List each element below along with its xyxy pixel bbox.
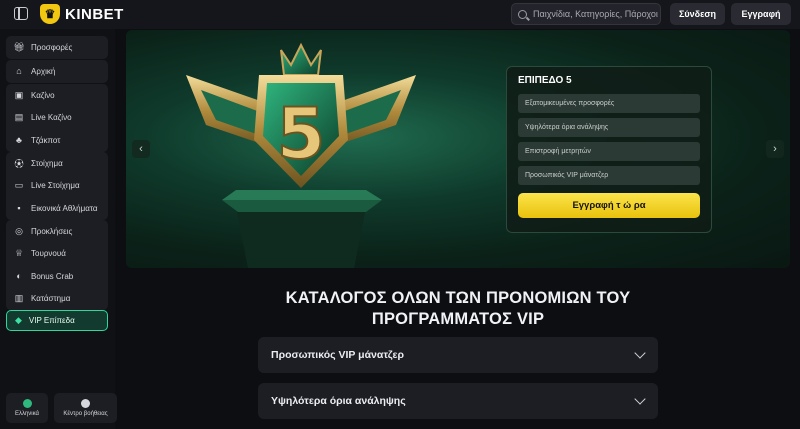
sidebar-item-label: Εικονικά Αθλήματα	[31, 203, 98, 213]
register-now-button[interactable]: Εγγραφή τ ώ ρα	[518, 193, 700, 218]
sidebar-item-challenges[interactable]: ◎ Προκλήσεις	[6, 220, 108, 243]
slot-machine-icon: ▣	[14, 89, 24, 100]
sidebar-item-label: Live Στοίχημα	[31, 181, 80, 191]
banner-next-arrow-icon[interactable]: ›	[766, 140, 784, 158]
sidebar-item-sports[interactable]: ⚽︎ Στοίχημα	[6, 152, 108, 175]
sidebar: 🎁︎ Προσφορές ⌂ Αρχική ▣ Καζίνο ▤ Live Κα…	[0, 29, 117, 429]
chevron-down-icon	[634, 347, 646, 359]
language-button[interactable]: Ελληνικά	[6, 393, 48, 423]
globe-icon	[22, 399, 32, 408]
sidebar-item-label: Καζίνο	[31, 90, 55, 100]
trophy-icon: ♕	[14, 248, 24, 259]
cards-icon: ▤	[14, 112, 24, 123]
sidebar-item-virtual-sports[interactable]: ▪ Εικονικά Αθλήματα	[6, 197, 108, 220]
accordion-label: Υψηλότερα όρια ανάληψης	[271, 395, 406, 407]
sidebar-item-label: Τουρνουά	[31, 249, 66, 259]
banner-prev-arrow-icon[interactable]: ‹	[132, 140, 150, 158]
accordion-label: Προσωπικός VIP μάνατζερ	[271, 349, 405, 361]
sidebar-group-rewards: ◎ Προκλήσεις ♕ Τουρνουά ◐ Bonus Crab ▥ Κ…	[6, 220, 108, 310]
search-icon	[518, 9, 527, 19]
diamond-icon: ◆	[15, 315, 22, 325]
level-perks-panel: ΕΠΙΠΕΔΟ 5 Εξατομικευμένες προσφορές Υψηλ…	[506, 66, 712, 233]
sidebar-item-tournaments[interactable]: ♕ Τουρνουά	[6, 243, 108, 266]
sidebar-item-label: Τζάκποτ	[31, 135, 61, 145]
sidebar-item-home[interactable]: ⌂ Αρχική	[6, 60, 108, 83]
crowned-shield-logo-icon: ♛	[40, 4, 60, 24]
soccer-ball-icon: ⚽︎	[14, 158, 24, 169]
sidebar-item-vip-levels[interactable]: ◆ VIP Επίπεδα	[6, 310, 108, 331]
gift-icon: 🎁︎	[13, 41, 25, 52]
perk-item: Προσωπικός VIP μάνατζερ	[518, 166, 700, 185]
sidebar-item-jackpot[interactable]: ♣ Τζάκποτ	[6, 129, 108, 152]
sidebar-item-live-casino[interactable]: ▤ Live Καζίνο	[6, 107, 108, 130]
accordion-item-vip-manager[interactable]: Προσωπικός VIP μάνατζερ	[258, 337, 658, 373]
sidebar-item-label: Αρχική	[31, 66, 56, 76]
perk-item: Επιστροφή μετρητών	[518, 142, 700, 161]
sidebar-group-casino: ▣ Καζίνο ▤ Live Καζίνο ♣ Τζάκποτ	[6, 84, 108, 152]
sidebar-item-label: Προκλήσεις	[31, 226, 73, 236]
help-center-button[interactable]: Κέντρο βοήθειας	[54, 393, 117, 423]
perk-item: Υψηλότερα όρια ανάληψης	[518, 118, 700, 137]
brand-logo[interactable]: ♛ KINBET	[40, 4, 124, 24]
live-icon: ▭	[14, 180, 24, 191]
sidebar-item-label: Προσφορές	[31, 42, 73, 52]
login-button[interactable]: Σύνδεση	[670, 3, 725, 25]
target-icon: ◎	[15, 225, 23, 236]
sidebar-item-casino[interactable]: ▣ Καζίνο	[6, 84, 108, 107]
shop-icon: ▥	[14, 293, 24, 304]
sidebar-item-bonus-crab[interactable]: ◐ Bonus Crab	[6, 265, 108, 288]
virtual-sports-icon: ▪	[17, 203, 21, 214]
sidebar-group-promotions: 🎁︎ Προσφορές	[6, 36, 108, 59]
sidebar-group-sports: ⚽︎ Στοίχημα ▭ Live Στοίχημα ▪ Εικονικά Α…	[6, 152, 108, 220]
perk-item: Εξατομικευμένες προσφορές	[518, 94, 700, 113]
search-box[interactable]	[511, 3, 661, 25]
level-title: ΕΠΙΠΕΔΟ 5	[518, 75, 572, 86]
top-bar: ♛ KINBET Σύνδεση Εγγραφή	[0, 0, 800, 29]
crab-icon: ◐	[16, 271, 22, 282]
sidebar-item-label: Live Καζίνο	[31, 113, 72, 123]
help-center-label: Κέντρο βοήθειας	[63, 411, 108, 417]
sidebar-item-label: VIP Επίπεδα	[28, 316, 75, 325]
level-5-badge-illustration: 5	[186, 42, 416, 268]
home-icon: ⌂	[16, 66, 22, 77]
accordion-item-withdrawal-limits[interactable]: Υψηλότερα όρια ανάληψης	[258, 383, 658, 419]
search-input[interactable]	[533, 9, 660, 19]
sidebar-group-home: ⌂ Αρχική	[6, 60, 108, 83]
sidebar-item-label: Κατάστημα	[31, 294, 71, 304]
badge-number: 5	[277, 93, 326, 175]
sidebar-item-shop[interactable]: ▥ Κατάστημα	[6, 288, 108, 311]
brand-name: KINBET	[65, 5, 124, 23]
clover-icon: ♣	[16, 135, 22, 146]
sidebar-toggle-icon[interactable]	[14, 7, 28, 20]
vip-level-banner: 5 ‹ › ΕΠΙΠΕΔΟ 5 Εξατομικευμένες προσφορέ…	[126, 30, 790, 268]
register-button[interactable]: Εγγραφή	[731, 3, 791, 25]
language-label: Ελληνικά	[14, 411, 40, 417]
sidebar-item-label: Bonus Crab	[31, 271, 74, 281]
vip-benefits-title: ΚΑΤΑΛΟΓΟΣ ΟΛΩΝ ΤΩΝ ΠΡΟΝΟΜΙΩΝ ΤΟΥ ΠΡΟΓΡΑΜ…	[285, 289, 631, 328]
help-icon	[81, 399, 90, 408]
sidebar-item-promotions[interactable]: 🎁︎ Προσφορές	[6, 36, 108, 59]
sidebar-item-live-sports[interactable]: ▭ Live Στοίχημα	[6, 175, 108, 198]
chevron-down-icon	[634, 393, 646, 405]
sidebar-item-label: Στοίχημα	[31, 158, 63, 168]
